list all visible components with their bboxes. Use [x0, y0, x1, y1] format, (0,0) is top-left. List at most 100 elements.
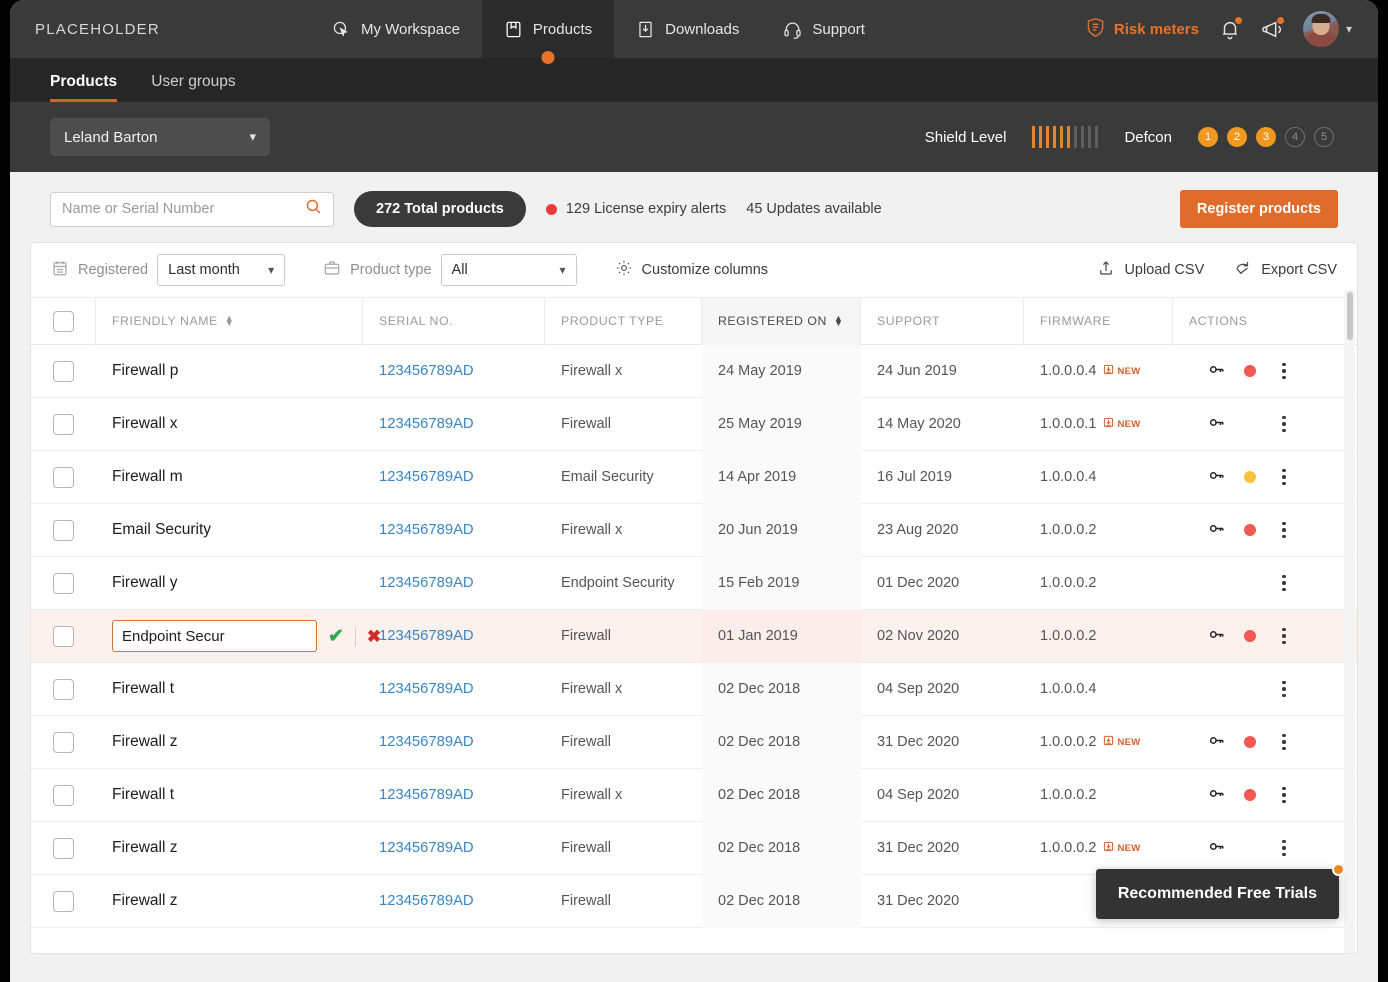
- serial-no-cell[interactable]: 123456789AD: [363, 345, 545, 398]
- key-icon[interactable]: [1207, 731, 1226, 754]
- risk-meters-button[interactable]: Risk meters: [1086, 17, 1199, 42]
- friendly-name-cell[interactable]: Firewall y: [96, 557, 363, 610]
- new-firmware-badge[interactable]: NEW: [1103, 364, 1140, 378]
- defcon-level-3[interactable]: 3: [1256, 127, 1276, 147]
- license-key-action[interactable]: [1199, 837, 1233, 860]
- select-all-checkbox[interactable]: [52, 310, 74, 332]
- table-row[interactable]: Firewall t 123456789AD Firewall x 02 Dec 20…: [31, 662, 1357, 716]
- row-select-cell[interactable]: [31, 769, 96, 822]
- kebab-menu-icon[interactable]: [1282, 680, 1286, 698]
- license-key-action[interactable]: [1199, 784, 1233, 807]
- new-firmware-badge[interactable]: NEW: [1103, 417, 1140, 431]
- kebab-menu-icon[interactable]: [1282, 362, 1286, 380]
- serial-no-link[interactable]: 123456789AD: [379, 840, 474, 856]
- upload-csv-button[interactable]: Upload CSV: [1097, 259, 1204, 281]
- serial-no-link[interactable]: 123456789AD: [379, 363, 474, 379]
- serial-no-cell[interactable]: 123456789AD: [363, 875, 545, 928]
- kebab-menu-icon[interactable]: [1282, 839, 1286, 857]
- defcon-level-2[interactable]: 2: [1227, 127, 1247, 147]
- row-checkbox[interactable]: [53, 466, 74, 488]
- key-icon[interactable]: [1207, 519, 1226, 542]
- kebab-menu-icon[interactable]: [1282, 468, 1286, 486]
- updates-available[interactable]: 45 Updates available: [746, 201, 881, 217]
- serial-no-link[interactable]: 123456789AD: [379, 416, 474, 432]
- table-row[interactable]: ✔✖123456789AD Firewall 01 Jan 2019 02 Nov 2…: [31, 609, 1357, 663]
- license-key-action[interactable]: [1199, 731, 1233, 754]
- header-support[interactable]: SUPPORT: [861, 297, 1024, 345]
- friendly-name-cell[interactable]: Firewall p: [96, 345, 363, 398]
- kebab-menu-icon[interactable]: [1282, 733, 1286, 751]
- row-select-cell[interactable]: [31, 716, 96, 769]
- row-menu-button[interactable]: [1267, 574, 1301, 592]
- row-checkbox[interactable]: [53, 837, 74, 859]
- nav-item-support[interactable]: Support: [761, 0, 887, 58]
- header-serial-no[interactable]: SERIAL NO.: [363, 297, 545, 345]
- product-type-select[interactable]: All ▾: [440, 254, 577, 286]
- sort-icon[interactable]: ▲ ▼: [225, 314, 234, 328]
- friendly-name-cell[interactable]: ✔✖: [96, 610, 381, 663]
- defcon-level-1[interactable]: 1: [1198, 127, 1218, 147]
- kebab-menu-icon[interactable]: [1282, 627, 1286, 645]
- license-key-action[interactable]: [1199, 360, 1233, 383]
- friendly-name-cell[interactable]: Firewall z: [96, 822, 363, 875]
- table-row[interactable]: Firewall x 123456789AD Firewall 25 May 2019…: [31, 397, 1357, 451]
- serial-no-cell[interactable]: 123456789AD: [363, 451, 545, 504]
- table-row[interactable]: Firewall t 123456789AD Firewall x 02 Dec 20…: [31, 768, 1357, 822]
- serial-no-link[interactable]: 123456789AD: [379, 628, 474, 644]
- row-select-cell[interactable]: [31, 610, 96, 663]
- friendly-name-cell[interactable]: Firewall z: [96, 716, 363, 769]
- serial-no-link[interactable]: 123456789AD: [379, 734, 474, 750]
- serial-no-link[interactable]: 123456789AD: [379, 787, 474, 803]
- kebab-menu-icon[interactable]: [1282, 521, 1286, 539]
- friendly-name-cell[interactable]: Firewall t: [96, 663, 363, 716]
- row-checkbox[interactable]: [53, 784, 74, 806]
- row-menu-button[interactable]: [1267, 468, 1301, 486]
- kebab-menu-icon[interactable]: [1282, 786, 1286, 804]
- serial-no-link[interactable]: 123456789AD: [379, 681, 474, 697]
- serial-no-cell[interactable]: 123456789AD: [363, 610, 545, 663]
- key-icon[interactable]: [1207, 360, 1226, 383]
- row-menu-button[interactable]: [1267, 521, 1301, 539]
- license-key-action[interactable]: [1199, 413, 1233, 436]
- serial-no-link[interactable]: 123456789AD: [379, 469, 474, 485]
- search-input[interactable]: [62, 201, 292, 217]
- friendly-name-cell[interactable]: Firewall t: [96, 769, 363, 822]
- row-menu-button[interactable]: [1267, 733, 1301, 751]
- header-registered-on[interactable]: REGISTERED ON ▲ ▼: [702, 297, 861, 345]
- serial-no-cell[interactable]: 123456789AD: [363, 663, 545, 716]
- registered-select[interactable]: Last month ▾: [157, 254, 286, 286]
- row-checkbox[interactable]: [53, 519, 74, 541]
- serial-no-link[interactable]: 123456789AD: [379, 893, 474, 909]
- friendly-name-cell[interactable]: Email Security: [96, 504, 363, 557]
- recommended-free-trials-tooltip[interactable]: Recommended Free Trials: [1095, 863, 1345, 919]
- tab-products[interactable]: Products: [50, 73, 118, 102]
- key-icon[interactable]: [1207, 413, 1226, 436]
- table-scrollbar[interactable]: [1344, 290, 1355, 953]
- row-select-cell[interactable]: [31, 822, 96, 875]
- nav-item-downloads[interactable]: Downloads: [614, 0, 761, 58]
- account-selector[interactable]: Leland Barton ▾: [50, 118, 270, 156]
- row-menu-button[interactable]: [1267, 680, 1301, 698]
- serial-no-cell[interactable]: 123456789AD: [363, 769, 545, 822]
- user-menu[interactable]: ▾: [1302, 11, 1352, 47]
- table-row[interactable]: Firewall p 123456789AD Firewall x 24 May 20…: [31, 345, 1357, 398]
- serial-no-link[interactable]: 123456789AD: [379, 575, 474, 591]
- friendly-name-cell[interactable]: Firewall x: [96, 398, 363, 451]
- key-icon[interactable]: [1207, 784, 1226, 807]
- row-checkbox[interactable]: [53, 572, 74, 594]
- key-icon[interactable]: [1207, 625, 1226, 648]
- row-checkbox[interactable]: [53, 360, 74, 382]
- search-icon[interactable]: [305, 198, 322, 220]
- license-key-action[interactable]: [1199, 625, 1233, 648]
- row-select-cell[interactable]: [31, 875, 96, 928]
- friendly-name-cell[interactable]: Firewall z: [96, 875, 363, 928]
- sort-icon[interactable]: ▲ ▼: [834, 314, 843, 328]
- export-csv-button[interactable]: Export CSV: [1234, 259, 1337, 281]
- serial-no-cell[interactable]: 123456789AD: [363, 504, 545, 557]
- header-product-type[interactable]: PRODUCT TYPE: [545, 297, 702, 345]
- row-checkbox[interactable]: [53, 731, 74, 753]
- serial-no-link[interactable]: 123456789AD: [379, 522, 474, 538]
- nav-item-products[interactable]: Products: [481, 0, 615, 58]
- scrollbar-thumb[interactable]: [1347, 292, 1353, 340]
- row-menu-button[interactable]: [1267, 627, 1301, 645]
